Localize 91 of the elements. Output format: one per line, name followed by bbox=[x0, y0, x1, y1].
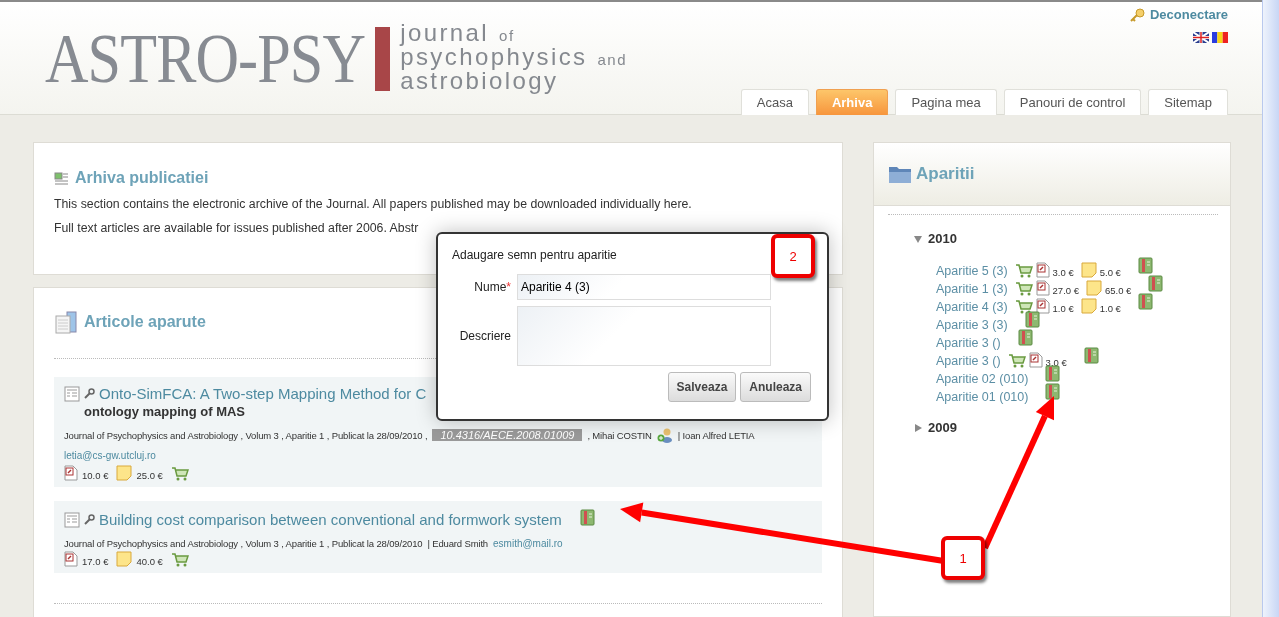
user-add-icon[interactable] bbox=[656, 427, 673, 443]
dialog-title: Adaugare semn pentru aparitie bbox=[452, 248, 617, 262]
cart-icon[interactable] bbox=[1007, 353, 1026, 368]
nav-tab[interactable]: Arhiva bbox=[815, 89, 889, 115]
price-text: 25.0 € bbox=[136, 470, 163, 481]
paragraph: This section contains the electronic archive of the Journal. All papers published may be downloaded individually here. bbox=[54, 197, 693, 211]
price-text: 27.0 € bbox=[1052, 285, 1079, 296]
callout-badge: 1 bbox=[941, 536, 985, 580]
field-label: Descriere bbox=[458, 329, 511, 343]
cart-icon[interactable] bbox=[170, 466, 189, 481]
price-text: 1.0 € bbox=[1099, 303, 1121, 314]
document-icon bbox=[64, 385, 80, 402]
pdf-icon[interactable] bbox=[1035, 298, 1050, 314]
callout-badge: 2 bbox=[771, 234, 815, 278]
bookmark-icon[interactable] bbox=[1137, 257, 1153, 274]
bookmark-icon[interactable] bbox=[1045, 383, 1061, 400]
author-name: | Ioan Alfred LETIA bbox=[677, 429, 755, 441]
flag-icon[interactable] bbox=[1193, 32, 1209, 43]
issue-link[interactable]: Aparitie 3 () bbox=[936, 336, 1001, 350]
description-field[interactable] bbox=[517, 306, 771, 366]
email-link[interactable]: letia@cs-gw.utcluj.ro bbox=[64, 450, 156, 461]
nav-tab[interactable]: Acasa bbox=[740, 89, 809, 115]
bookmark-icon[interactable] bbox=[1024, 311, 1040, 328]
price-text: 3.0 € bbox=[1045, 357, 1067, 368]
paragraph: Full text articles are available for issues published after 2006. Abstr bbox=[54, 221, 420, 235]
key-icon bbox=[84, 514, 95, 525]
issue-link[interactable]: Aparitie 01 (010) bbox=[936, 390, 1029, 404]
issue-link[interactable]: Aparitie 5 (3) bbox=[936, 264, 1008, 278]
bookmark-icon[interactable] bbox=[1017, 329, 1033, 346]
scrollbar[interactable] bbox=[1262, 0, 1279, 617]
flag-icon[interactable] bbox=[1212, 32, 1228, 43]
section-title: Articole aparute bbox=[84, 313, 206, 331]
cancel-button[interactable]: Anuleaza bbox=[740, 372, 811, 402]
cart-icon[interactable] bbox=[1014, 281, 1033, 296]
article-title-text: ontology mapping of MAS bbox=[84, 404, 246, 419]
logo-bar bbox=[375, 26, 391, 91]
name-field[interactable]: Aparitie 4 (3) bbox=[517, 274, 771, 300]
logout-link[interactable]: Deconectare bbox=[1128, 7, 1228, 22]
bookmark-icon[interactable] bbox=[1083, 347, 1099, 364]
price-text: 3.0 € bbox=[1052, 267, 1074, 278]
bookmark-icon[interactable] bbox=[1137, 293, 1153, 310]
pdf-icon[interactable] bbox=[64, 551, 78, 567]
author-name: | Eduard Smith bbox=[427, 538, 488, 549]
year-label[interactable]: 2010 bbox=[928, 231, 957, 246]
tagline-text: of bbox=[499, 26, 515, 46]
expanded-triangle-icon[interactable] bbox=[914, 234, 922, 243]
section-title: Arhiva publicatiei bbox=[75, 169, 209, 187]
document-icon bbox=[64, 511, 80, 528]
email-link[interactable]: esmith@mail.ro bbox=[493, 538, 563, 549]
article-title-link[interactable]: Onto-SimFCA: A Two-step Mapping Method for C bbox=[99, 385, 427, 402]
pdf-icon[interactable] bbox=[1035, 262, 1050, 278]
logo-text: ASTRO-PSY bbox=[45, 23, 366, 94]
bookmark-icon[interactable] bbox=[1045, 365, 1061, 382]
issue-link[interactable]: Aparitie 3 () bbox=[936, 354, 1001, 368]
cart-icon[interactable] bbox=[1014, 299, 1033, 314]
year-label[interactable]: 2009 bbox=[928, 420, 957, 435]
price-text: 65.0 € bbox=[1105, 285, 1132, 296]
key-icon bbox=[84, 388, 95, 399]
price-text: 40.0 € bbox=[136, 556, 163, 567]
author-name: , Mihai COSTIN bbox=[587, 429, 652, 441]
documents-icon bbox=[54, 310, 78, 334]
news-icon bbox=[54, 170, 69, 186]
doi-label: 10.4316/AECE.2008.01009 bbox=[432, 429, 583, 441]
price-text: 10.0 € bbox=[82, 470, 109, 481]
issue-link[interactable]: Aparitie 02 (010) bbox=[936, 372, 1029, 386]
cart-icon[interactable] bbox=[170, 552, 189, 567]
panel-title: Aparitii bbox=[916, 164, 975, 184]
nav-tab[interactable]: Pagina mea bbox=[895, 89, 997, 115]
nav-tab[interactable]: Panouri de control bbox=[1003, 89, 1142, 115]
pdf-icon[interactable] bbox=[64, 465, 78, 481]
bookmark-icon[interactable] bbox=[579, 509, 595, 526]
pdf-icon[interactable] bbox=[1028, 352, 1043, 368]
bookmark-icon[interactable] bbox=[1148, 275, 1164, 292]
issue-link[interactable]: Aparitie 4 (3) bbox=[936, 300, 1008, 314]
tagline-text: and bbox=[597, 50, 628, 70]
price-text: 17.0 € bbox=[82, 556, 109, 567]
pdf-icon[interactable] bbox=[1035, 280, 1050, 296]
cart-icon[interactable] bbox=[1014, 263, 1033, 278]
nav-tab[interactable]: Sitemap bbox=[1148, 89, 1228, 115]
issue-link[interactable]: Aparitie 3 (3) bbox=[936, 318, 1008, 332]
article-meta: Journal of Psychophysics and Astrobiology , Volum 3 , Aparitie 1 , Publicat la 28/09/2010 bbox=[64, 538, 423, 549]
article-meta: Journal of Psychophysics and Astrobiology , Volum 3 , Aparitie 1 , Publicat la 28/09/2010 , bbox=[64, 429, 428, 441]
collapsed-triangle-icon[interactable] bbox=[914, 423, 922, 432]
key-icon bbox=[1128, 7, 1145, 22]
field-label: Nume* bbox=[473, 280, 511, 294]
price-text: 1.0 € bbox=[1052, 303, 1074, 314]
folder-icon bbox=[888, 164, 912, 184]
article-title-link[interactable]: Building cost comparison between conventional and formwork system bbox=[99, 511, 562, 528]
price-text: 5.0 € bbox=[1099, 267, 1121, 278]
issue-link[interactable]: Aparitie 1 (3) bbox=[936, 282, 1008, 296]
save-button[interactable]: Salveaza bbox=[667, 372, 737, 402]
